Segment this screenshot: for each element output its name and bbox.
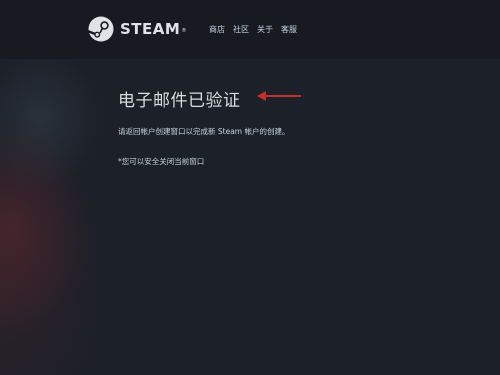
instruction-text: 请返回帐户创建窗口以完成新 Steam 帐户的创建。: [118, 127, 290, 136]
top-header: STEAM ® 商店 社区 关于 客服: [0, 0, 500, 59]
page-title: 电子邮件已验证: [118, 91, 241, 111]
nav-item-store[interactable]: 商店: [209, 24, 225, 35]
trademark-symbol: ®: [181, 28, 187, 34]
main-nav: 商店 社区 关于 客服: [209, 24, 297, 35]
background-artwork: [0, 59, 500, 375]
nav-item-support[interactable]: 客服: [281, 24, 297, 35]
nav-item-about[interactable]: 关于: [257, 24, 273, 35]
steam-wordmark: STEAM: [120, 20, 181, 38]
steam-logo-icon: [88, 16, 114, 42]
steam-logo[interactable]: STEAM ®: [88, 16, 186, 42]
verification-content: 电子邮件已验证: [118, 86, 241, 111]
red-arrow-icon: [257, 91, 301, 101]
nav-item-community[interactable]: 社区: [233, 24, 249, 35]
close-window-note: *您可以安全关闭当前窗口: [118, 157, 205, 166]
